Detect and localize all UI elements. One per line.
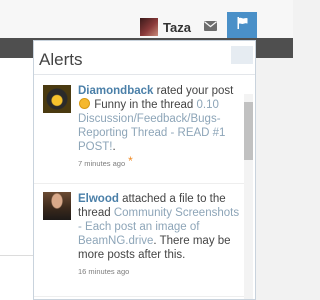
alert-item[interactable]: Elwood attached a file to the thread Com… (34, 184, 244, 296)
inbox-button[interactable] (196, 16, 224, 38)
alert-timestamp: 16 minutes ago (78, 267, 130, 276)
divider (34, 296, 246, 297)
alert-username-link[interactable]: Diamondback (78, 85, 153, 97)
scrollbar-thumb[interactable] (244, 102, 253, 160)
alert-username-link[interactable]: Elwood (78, 193, 119, 205)
funny-smiley-icon (79, 98, 90, 109)
alert-action-text: rated your post (153, 85, 234, 97)
username-label: Taza (163, 19, 191, 35)
envelope-icon (203, 18, 217, 36)
top-navigation-bar: Taza (0, 0, 293, 39)
alert-item[interactable]: Diamondback rated your post Funny in the… (34, 75, 244, 183)
page-content-edge (0, 58, 34, 300)
user-avatar (140, 18, 158, 36)
unread-indicator: * (128, 154, 133, 168)
alert-avatar[interactable] (43, 192, 71, 220)
user-menu-link[interactable]: Taza (140, 18, 191, 36)
alerts-list[interactable]: Diamondback rated your post Funny in the… (34, 75, 255, 299)
alert-trailing-text: . (112, 141, 116, 153)
alerts-button[interactable] (227, 12, 257, 38)
alert-text: Elwood attached a file to the thread Com… (78, 192, 241, 279)
alerts-scrollbar[interactable] (244, 94, 253, 299)
alert-action-text: Funny in the thread (91, 99, 197, 111)
alert-timestamp: 7 minutes ago (78, 159, 126, 168)
flag-icon (237, 16, 248, 34)
alert-text: Diamondback rated your post Funny in the… (78, 84, 241, 171)
divider (0, 255, 33, 256)
popup-header-control[interactable] (231, 46, 253, 64)
popup-title: Alerts (39, 50, 83, 69)
alert-avatar[interactable] (43, 85, 71, 113)
alerts-popup: Alerts Diamondback rated your post Funny… (33, 40, 256, 300)
